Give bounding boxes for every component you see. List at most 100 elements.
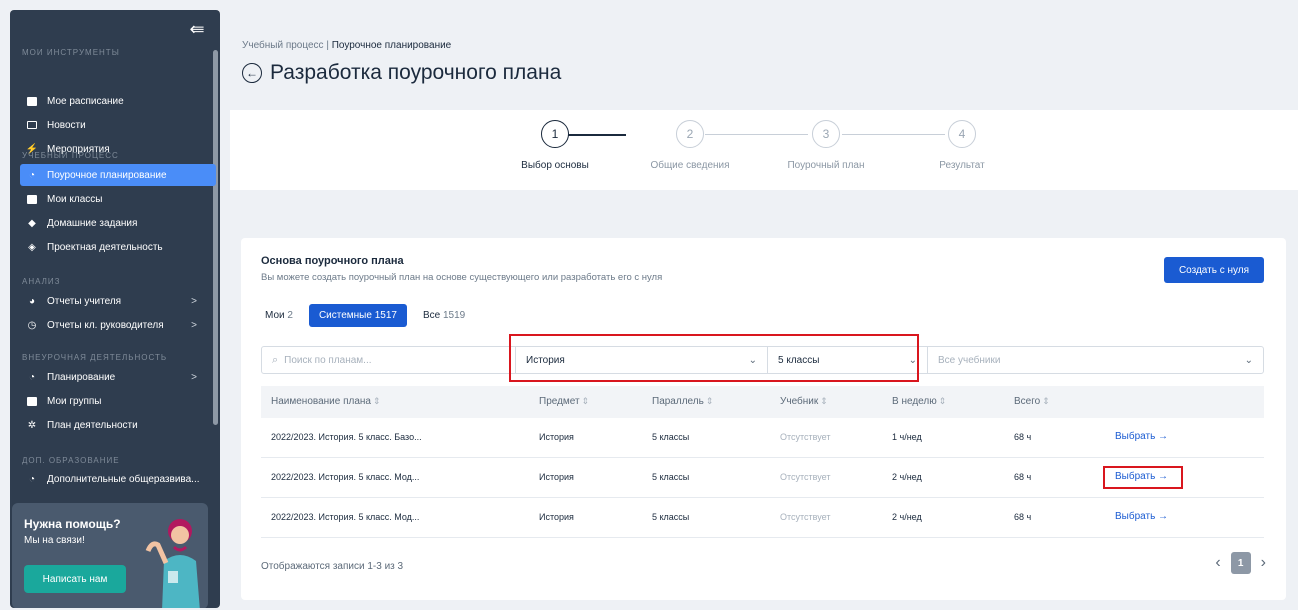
plan-basis-card: Основа поурочного плана Вы можете создат… xyxy=(241,238,1286,600)
step-1: 1 Выбор основы xyxy=(510,120,600,171)
plan-grade: 5 классы xyxy=(652,432,690,442)
highlight-select-button xyxy=(1103,466,1183,489)
create-from-scratch-button[interactable]: Создать с нуля xyxy=(1164,257,1264,283)
page-title: Разработка поурочного плана xyxy=(270,61,562,84)
select-plan-link[interactable]: Выбрать → xyxy=(1115,511,1168,522)
step-number: 3 xyxy=(812,120,840,148)
step-number: 2 xyxy=(676,120,704,148)
chevron-right-icon: > xyxy=(191,371,197,383)
pie-chart-icon: ◕ xyxy=(28,295,36,307)
sort-icon: ⇕ xyxy=(1042,396,1050,406)
tab-mine[interactable]: Мои 2 xyxy=(261,304,297,327)
sidebar-item-my-classes[interactable]: Мои классы xyxy=(22,188,207,210)
sun-icon: ✲ xyxy=(27,419,37,431)
write-us-button[interactable]: Написать нам xyxy=(24,565,126,593)
column-header[interactable]: Предмет ⇕ xyxy=(539,396,589,407)
sidebar-item-lesson-planning[interactable]: ◔ Поурочное планирование xyxy=(20,164,216,186)
step-3: 3 Поурочный план xyxy=(771,120,881,171)
news-icon xyxy=(26,119,38,131)
step-2: 2 Общие сведения xyxy=(635,120,745,171)
sidebar-item-teacher-reports[interactable]: ◕ Отчеты учителя > xyxy=(22,290,207,312)
plan-total: 68 ч xyxy=(1014,432,1032,442)
support-girl-illustration xyxy=(145,519,200,608)
step-label: Общие сведения xyxy=(650,160,730,171)
table-row: 2022/2023. История. 5 класс. Мод... Исто… xyxy=(261,498,1264,538)
sidebar-item-additional-education[interactable]: ◔ Дополнительные общеразвива... xyxy=(22,468,207,490)
plan-grade: 5 классы xyxy=(652,472,690,482)
plan-textbook: Отсутствует xyxy=(780,472,831,482)
pagination: ‹ 1 › xyxy=(1215,552,1266,574)
breadcrumb-current: Поурочное планирование xyxy=(331,40,452,51)
clock-icon: ◔ xyxy=(28,371,36,383)
sort-icon: ⇕ xyxy=(373,396,381,406)
section-title: АНАЛИЗ xyxy=(22,277,61,286)
sort-icon: ⇕ xyxy=(820,396,828,406)
collapse-sidebar-icon[interactable]: ⇚ xyxy=(186,20,208,38)
next-page-icon[interactable]: › xyxy=(1261,554,1266,572)
table-row: 2022/2023. История. 5 класс. Базо... Ист… xyxy=(261,418,1264,458)
clock-icon: ◔ xyxy=(28,169,36,181)
sidebar-scrollbar[interactable] xyxy=(213,50,218,425)
history-icon: ◷ xyxy=(27,319,37,331)
help-card: Нужна помощь? Мы на связи! Написать нам xyxy=(12,503,208,608)
plan-name: 2022/2023. История. 5 класс. Базо... xyxy=(271,432,422,442)
plan-total: 68 ч xyxy=(1014,512,1032,522)
sort-icon: ⇕ xyxy=(581,396,590,406)
plan-subject: История xyxy=(539,512,574,522)
stepper: 1 Выбор основы 2 Общие сведения 3 Поуроч… xyxy=(230,110,1298,190)
breadcrumb-parent[interactable]: Учебный процесс xyxy=(242,40,324,51)
sidebar: ⇚ МОИ ИНСТРУМЕНТЫ Мое расписание Новости… xyxy=(10,10,220,608)
chevron-right-icon: > xyxy=(191,295,197,307)
chevron-down-icon: ⌄ xyxy=(1244,354,1253,366)
help-subtitle: Мы на связи! xyxy=(24,535,85,546)
step-label: Выбор основы xyxy=(521,160,589,171)
help-title: Нужна помощь? xyxy=(24,517,121,531)
plan-total: 68 ч xyxy=(1014,472,1032,482)
sidebar-item-news[interactable]: Новости xyxy=(22,114,207,136)
plan-grade: 5 классы xyxy=(652,512,690,522)
sort-icon: ⇕ xyxy=(938,396,947,406)
section-title: УЧЕБНЫЙ ПРОЦЕСС xyxy=(22,151,119,160)
breadcrumb: Учебный процесс | Поурочное планирование xyxy=(242,40,451,51)
sidebar-item-activity-plan[interactable]: ✲ План деятельности xyxy=(22,414,207,436)
back-arrow-icon[interactable]: ← xyxy=(242,63,262,83)
graduation-cap-icon: ◆ xyxy=(28,217,36,229)
sidebar-item-schedule[interactable]: Мое расписание xyxy=(22,90,207,112)
card-title: Основа поурочного плана xyxy=(261,255,404,267)
plan-tabs: Мои 2 Системные 1517 Все 1519 xyxy=(261,304,469,327)
sidebar-item-homework[interactable]: ◆ Домашние задания xyxy=(22,212,207,234)
plan-name: 2022/2023. История. 5 класс. Мод... xyxy=(271,512,420,522)
step-4: 4 Результат xyxy=(917,120,1007,171)
column-header[interactable]: Параллель ⇕ xyxy=(652,396,713,407)
folder-icon xyxy=(26,395,38,407)
column-header[interactable]: Наименование плана ⇕ xyxy=(271,396,381,407)
step-label: Результат xyxy=(939,160,985,171)
step-label: Поурочный план xyxy=(787,160,865,171)
folder-icon xyxy=(26,193,38,205)
search-input[interactable]: ⌕ Поиск по планам... xyxy=(262,347,516,373)
select-plan-link[interactable]: Выбрать → xyxy=(1115,431,1168,442)
table-header: Наименование плана ⇕ Предмет ⇕ Параллель ⇕ … xyxy=(261,386,1264,418)
textbook-select[interactable]: Все учебники ⌄ xyxy=(928,347,1263,373)
tab-all[interactable]: Все 1519 xyxy=(419,304,469,327)
column-header[interactable]: В неделю ⇕ xyxy=(892,396,946,407)
sidebar-item-class-reports[interactable]: ◷ Отчеты кл. руководителя > xyxy=(22,314,207,336)
sidebar-item-my-groups[interactable]: Мои группы xyxy=(22,390,207,412)
section-title: ВНЕУРОЧНАЯ ДЕЯТЕЛЬНОСТЬ xyxy=(22,353,168,362)
prev-page-icon[interactable]: ‹ xyxy=(1215,554,1220,572)
sidebar-item-planning[interactable]: ◔ Планирование > xyxy=(22,366,207,388)
clock-icon: ◔ xyxy=(28,473,36,485)
plan-subject: История xyxy=(539,432,574,442)
column-header[interactable]: Всего ⇕ xyxy=(1014,396,1050,407)
calendar-icon xyxy=(26,95,38,107)
card-subtitle: Вы можете создать поурочный план на осно… xyxy=(261,272,663,283)
step-number: 1 xyxy=(541,120,569,148)
records-count: Отображаются записи 1-3 из 3 xyxy=(261,561,404,572)
column-header[interactable]: Учебник ⇕ xyxy=(780,396,828,407)
search-icon: ⌕ xyxy=(272,353,279,366)
tab-system[interactable]: Системные 1517 xyxy=(308,304,407,327)
current-page[interactable]: 1 xyxy=(1230,552,1251,574)
box-icon: ◈ xyxy=(28,241,36,253)
sidebar-item-projects[interactable]: ◈ Проектная деятельность xyxy=(22,236,207,258)
breadcrumb-separator: | xyxy=(326,40,329,51)
